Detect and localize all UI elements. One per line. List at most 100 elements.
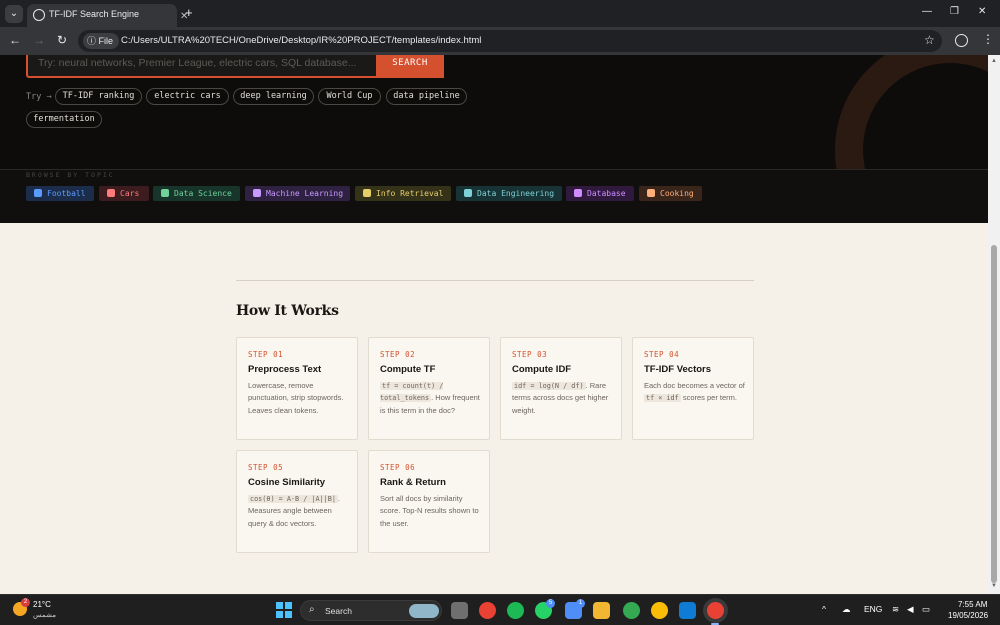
try-label: Try → [26, 92, 52, 102]
suggestion-chip[interactable]: electric cars [146, 88, 229, 105]
suggestion-chip[interactable]: TF-IDF ranking [55, 88, 142, 105]
step-description: cos(θ) = A·B / |A||B|. Measures angle be… [248, 493, 352, 530]
volume-icon[interactable]: ◀ [907, 604, 914, 615]
topic-chip-football[interactable]: Football [26, 186, 94, 201]
step-number: STEP 01 [248, 350, 284, 359]
url-text[interactable]: C:/Users/ULTRA%20TECH/OneDrive/Desktop/I… [121, 35, 481, 46]
chrome-icon[interactable] [479, 602, 496, 619]
globe-icon [33, 9, 45, 21]
browser-toolbar: ← → ↻ ⓘ File C:/Users/ULTRA%20TECH/OneDr… [0, 27, 1000, 55]
cloud-icon[interactable]: ☁ [842, 604, 851, 615]
scroll-down-arrow-icon[interactable]: ▼ [991, 583, 997, 589]
formula-code: cos(θ) = A·B / |A||B| [248, 495, 338, 503]
restore-button[interactable]: ❐ [950, 6, 959, 17]
search-button[interactable]: SEARCH [376, 55, 444, 78]
step-number: STEP 04 [644, 350, 680, 359]
search-highlight-image [409, 604, 439, 618]
site-info-chip[interactable]: ⓘ File [83, 33, 120, 49]
suggestion-chip[interactable]: World Cup [318, 88, 381, 105]
search-icon [363, 189, 371, 197]
step-card: STEP 02 Compute TF tf = count(t) / total… [368, 337, 490, 440]
step-number: STEP 03 [512, 350, 548, 359]
football-icon [34, 189, 42, 197]
search-input[interactable]: Try: neural networks, Premier League, el… [38, 57, 356, 69]
scroll-thumb[interactable] [991, 245, 997, 583]
step-card: STEP 05 Cosine Similarity cos(θ) = A·B /… [236, 450, 358, 553]
step-title: Cosine Similarity [248, 477, 326, 488]
step-card: STEP 03 Compute IDF idf = log(N / df). R… [500, 337, 622, 440]
chart-icon [161, 189, 169, 197]
topic-label: Database [587, 189, 626, 198]
task-view-icon[interactable] [451, 602, 468, 619]
cooking-icon [647, 189, 655, 197]
content-divider [236, 280, 754, 281]
browse-label: BROWSE BY TOPIC [26, 171, 115, 179]
vscode-icon[interactable] [679, 602, 696, 619]
desc-text: Each doc becomes a vector of [644, 381, 745, 390]
desc-text: scores per term. [680, 393, 738, 403]
windows-start-icon[interactable] [276, 602, 292, 618]
weather-badge: 2 [21, 598, 30, 607]
file-explorer-icon[interactable] [593, 602, 610, 619]
topic-chip-cooking[interactable]: Cooking [639, 186, 702, 201]
chrome-active-icon[interactable] [707, 602, 724, 619]
minimize-button[interactable]: — [922, 6, 932, 17]
taskbar-search-box[interactable]: ⌕ Search [300, 600, 442, 621]
clock-time[interactable]: 7:55 AM [958, 600, 987, 609]
show-hidden-icons-icon[interactable]: ^ [822, 604, 826, 614]
page-viewport: Try: neural networks, Premier League, el… [0, 55, 988, 594]
step-number: STEP 06 [380, 463, 416, 472]
step-number: STEP 02 [380, 350, 416, 359]
suggestion-chip[interactable]: deep learning [233, 88, 314, 105]
search-form: Try: neural networks, Premier League, el… [26, 55, 444, 78]
formula-code: tf × idf [644, 394, 681, 403]
topic-chip-cars[interactable]: Cars [99, 186, 149, 201]
chrome-profile-icon[interactable] [651, 602, 668, 619]
clock-date[interactable]: 19/05/2026 [948, 611, 988, 620]
back-button[interactable]: ← [9, 33, 21, 47]
new-tab-button[interactable]: + [185, 5, 193, 20]
bookmark-star-icon[interactable]: ☆ [924, 33, 935, 47]
wifi-icon[interactable]: ≋ [892, 604, 899, 615]
address-bar[interactable]: ⓘ File C:/Users/ULTRA%20TECH/OneDrive/De… [78, 30, 942, 52]
chrome-profile-icon[interactable] [623, 602, 640, 619]
step-description: tf = count(t) / total_tokens. How freque… [380, 380, 484, 417]
browser-tab[interactable]: TF-IDF Search Engine ✕ [27, 4, 188, 27]
topic-chip-data-engineering[interactable]: Data Engineering [456, 186, 562, 201]
file-label: File [98, 36, 114, 46]
profile-icon[interactable] [955, 34, 968, 47]
search-icon: ⌕ [309, 604, 315, 615]
tab-search-button[interactable]: ⌄ [5, 5, 23, 23]
suggestion-chip[interactable]: fermentation [26, 111, 102, 128]
topic-chip-database[interactable]: Database [566, 186, 634, 201]
topic-chip-machine-learning[interactable]: Machine Learning [245, 186, 350, 201]
step-description: Sort all docs by similarity score. Top-N… [380, 493, 484, 530]
chevron-down-icon: ⌄ [9, 8, 19, 19]
browser-menu-icon[interactable]: ⋮ [982, 32, 994, 46]
topic-label: Data Engineering [477, 189, 555, 198]
step-title: Rank & Return [380, 477, 446, 488]
spotify-icon[interactable] [507, 602, 524, 619]
language-indicator[interactable]: ENG [864, 604, 882, 614]
step-number: STEP 05 [248, 463, 284, 472]
topic-label: Cooking [660, 189, 694, 198]
desc-text: Lowercase, remove punctuation, strip sto… [248, 381, 344, 415]
whatsapp-badge: 5 [546, 599, 555, 608]
step-card: STEP 06 Rank & Return Sort all docs by s… [368, 450, 490, 553]
topic-label: Cars [120, 189, 140, 198]
step-description: Each doc becomes a vector of tf × idf sc… [644, 380, 748, 405]
weather-temperature[interactable]: 21°C [33, 600, 51, 609]
suggestion-chip[interactable]: data pipeline [386, 88, 467, 105]
page-scrollbar[interactable]: ▲ ▼ [988, 55, 1000, 594]
step-title: Compute IDF [512, 364, 572, 375]
topic-chip-data-science[interactable]: Data Science [153, 186, 240, 201]
forward-button[interactable]: → [33, 33, 45, 47]
battery-icon[interactable]: ▭ [922, 604, 930, 615]
scroll-up-arrow-icon[interactable]: ▲ [991, 58, 997, 64]
how-it-works-title: How It Works [236, 303, 339, 319]
reload-button[interactable]: ↻ [57, 33, 67, 47]
topic-label: Machine Learning [266, 189, 344, 198]
window-close-button[interactable]: ✕ [978, 6, 986, 17]
step-card: STEP 04 TF-IDF Vectors Each doc becomes … [632, 337, 754, 440]
topic-chip-info-retrieval[interactable]: Info Retrieval [355, 186, 451, 201]
